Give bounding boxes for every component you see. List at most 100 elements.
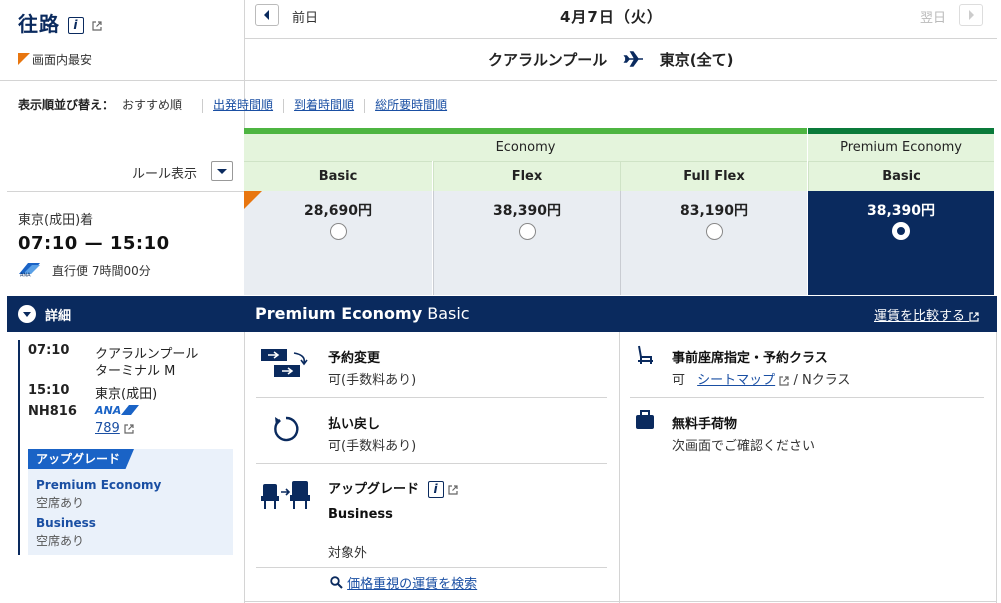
upgrade-label: アップグレード i: [328, 478, 458, 498]
change-value: 可(手数料あり): [328, 373, 417, 388]
refund-icon: [274, 416, 299, 442]
compare-fares-link[interactable]: 運賃を比較する: [874, 305, 979, 324]
fare-col-economy-basic: Basic: [244, 161, 432, 191]
lowest-price-label: 画面内最安: [32, 53, 93, 67]
arrival-airport: 東京(成田)着: [18, 213, 94, 228]
seat-label: 事前座席指定・予約クラス: [672, 351, 828, 366]
upgrade-availability-box: アップグレード Premium Economy 空席あり Business 空席…: [28, 449, 233, 555]
premium-economy-header: Premium Economy: [808, 128, 994, 161]
fare-detail-header: Premium Economy Basic 運賃を比較する: [244, 296, 997, 332]
itin-dep-terminal: ターミナル M: [95, 364, 176, 379]
sort-bar: 表示順並び替え： おすすめ順 出発時間順 到着時間順 総所要時間順: [18, 96, 447, 113]
fare-detail-title: Premium Economy Basic: [255, 304, 470, 323]
airplane-icon: [623, 51, 643, 67]
sort-current: おすすめ順: [122, 98, 183, 112]
compare-fares-label: 運賃を比較する: [874, 309, 966, 324]
next-day-label: 翌日: [920, 11, 947, 26]
external-link-icon: [779, 375, 789, 386]
current-date: 4月7日（火）: [560, 8, 663, 26]
sort-label: 表示順並び替え：: [18, 98, 115, 112]
search-cheaper-fares-link[interactable]: 価格重視の運賃を検索: [330, 573, 477, 592]
ticket-change-icon: [261, 349, 308, 377]
external-link-icon: [969, 311, 979, 322]
fare-detail-title-type: Basic: [422, 304, 470, 323]
collapse-icon: [18, 305, 36, 323]
upgrade-value: 対象外: [328, 546, 368, 561]
sort-option-arrival[interactable]: 到着時間順: [294, 98, 354, 112]
lowest-price-marker-icon: [244, 191, 262, 209]
baggage-icon: [636, 410, 654, 429]
upgrade-class-1: Premium Economy: [36, 478, 162, 492]
seat-value-prefix: 可: [672, 373, 686, 388]
fare-radio[interactable]: [705, 223, 723, 240]
upgrade-class-2: Business: [36, 516, 96, 530]
sort-option-departure[interactable]: 出発時間順: [213, 98, 273, 112]
fare-price: 83,190円: [679, 203, 749, 219]
upgrade-class: Business: [328, 507, 393, 522]
seat-value: 可 シートマップ / Nクラス: [672, 369, 850, 388]
page-title: 往路 i: [18, 8, 102, 37]
itinerary-line: [18, 340, 20, 555]
fare-radio[interactable]: [329, 223, 347, 240]
lowest-price-legend: 画面内最安: [18, 51, 92, 68]
info-icon[interactable]: i: [427, 481, 444, 498]
fare-cell-premium-basic[interactable]: 38,390円: [808, 191, 994, 295]
lowest-price-marker-icon: [18, 53, 30, 65]
origin-city: クアラルンプール: [488, 51, 608, 69]
prev-day-button[interactable]: [255, 4, 279, 26]
ana-logo-icon: ANA: [95, 404, 140, 417]
fare-col-premium-basic: Basic: [808, 161, 994, 191]
destination-city: 東京(全て): [659, 51, 734, 69]
itin-arr-time: 15:10: [28, 383, 70, 398]
details-label: 詳細: [45, 309, 72, 324]
fare-cell-economy-flex[interactable]: 38,390円: [433, 191, 620, 295]
external-link-icon: [124, 423, 134, 434]
upgrade-status-1: 空席あり: [36, 496, 85, 510]
baggage-value: 次画面でご確認ください: [672, 439, 816, 454]
chevron-down-icon: [217, 169, 227, 174]
economy-header: Economy: [244, 128, 807, 161]
aircraft-type: 789: [95, 421, 120, 436]
chevron-left-icon: [264, 10, 269, 20]
fare-cell-economy-basic[interactable]: 28,690円: [244, 191, 432, 295]
seat-upgrade-icon: [261, 481, 310, 509]
svg-text:ANA: ANA: [20, 273, 31, 278]
aircraft-link[interactable]: 789: [95, 421, 134, 436]
ana-logo-icon: ANA: [19, 263, 40, 278]
fare-detail-title-class: Premium Economy: [255, 304, 423, 323]
sort-option-duration[interactable]: 総所要時間順: [375, 98, 447, 112]
fare-radio-selected[interactable]: [893, 223, 909, 239]
fare-col-economy-fullflex: Full Flex: [620, 161, 807, 191]
fare-radio[interactable]: [518, 223, 536, 240]
seat-value-suffix: / Nクラス: [793, 373, 851, 388]
upgrade-status-2: 空席あり: [36, 534, 85, 548]
next-day-button: [959, 4, 983, 26]
prev-day-label[interactable]: 前日: [292, 7, 318, 26]
itin-dep-time: 07:10: [28, 343, 70, 358]
fare-price: 38,390円: [492, 203, 562, 219]
info-icon[interactable]: i: [67, 17, 84, 34]
external-link-icon: [448, 484, 458, 495]
seat-icon: [638, 345, 653, 364]
seat-map-link[interactable]: シートマップ: [697, 373, 775, 388]
refund-value: 可(手数料あり): [328, 439, 417, 454]
itin-arr-airport: 東京(成田): [95, 387, 158, 402]
upgrade-tag: アップグレード: [28, 449, 134, 469]
itin-flight-number: NH816: [28, 404, 77, 419]
rule-display-label: ルール表示: [132, 167, 198, 182]
flight-times: 07:10 — 15:10: [18, 233, 170, 254]
refund-label: 払い戻し: [328, 417, 381, 432]
search-cheaper-fares-label: 価格重視の運賃を検索: [347, 577, 478, 592]
external-link-icon: [92, 20, 102, 31]
upgrade-label-text: アップグレード: [328, 482, 420, 497]
chevron-right-icon: [969, 10, 974, 20]
airline-logo-text: ANA: [95, 404, 122, 417]
change-label: 予約変更: [328, 351, 381, 366]
fare-col-economy-flex: Flex: [433, 161, 620, 191]
fare-cell-economy-fullflex[interactable]: 83,190円: [620, 191, 807, 295]
rule-display-toggle[interactable]: [211, 161, 233, 181]
fare-price: 28,690円: [303, 203, 373, 219]
page-title-text: 往路: [18, 12, 60, 36]
flight-duration: 直行便 7時間00分: [52, 264, 151, 278]
details-toggle-bar[interactable]: 詳細: [7, 296, 244, 332]
